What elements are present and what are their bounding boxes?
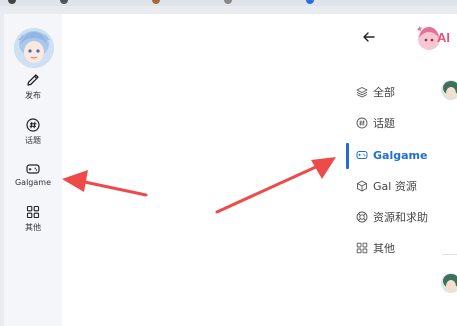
active-indicator (346, 143, 349, 169)
gamepad-icon (356, 151, 368, 159)
user-avatar[interactable] (14, 28, 54, 68)
category-item-gal-resources[interactable]: Gal 资源 (346, 174, 457, 198)
nav-item-label: 发布 (25, 91, 41, 100)
left-nav-rail: 发布 话题 Galgame 其他 (4, 14, 63, 326)
tab-icon (60, 0, 68, 4)
nav-item-publish[interactable]: 发布 (4, 73, 62, 101)
category-label: 全部 (373, 86, 395, 99)
browser-top-strip (0, 0, 457, 6)
site-logo[interactable] (415, 24, 457, 54)
grid-icon (356, 242, 368, 254)
category-item-resources-help[interactable]: 资源和求助 (346, 205, 457, 229)
gamepad-icon (26, 164, 40, 174)
hashtag-circle-icon (356, 117, 368, 129)
cube-icon (357, 180, 367, 192)
category-item-other[interactable]: 其他 (346, 236, 457, 260)
hashtag-icon (26, 118, 40, 132)
divider (442, 254, 457, 255)
category-label: 话题 (373, 117, 395, 130)
main-panel (62, 14, 457, 326)
nav-item-label: 其他 (25, 223, 41, 232)
brand-text: AI (437, 30, 450, 45)
category-label: Gal 资源 (373, 180, 417, 193)
category-label: 其他 (373, 242, 395, 255)
category-label: Galgame (373, 148, 428, 162)
category-item-topics[interactable]: 话题 (346, 111, 457, 135)
tab-icon (152, 0, 160, 4)
back-arrow-icon[interactable] (361, 29, 377, 45)
nav-item-label: Galgame (14, 178, 52, 187)
post-author-avatar[interactable] (441, 273, 457, 293)
tab-icon (306, 0, 314, 4)
pencil-icon (27, 74, 39, 86)
lifebuoy-icon (356, 211, 368, 223)
category-label: 资源和求助 (373, 211, 428, 224)
post-author-avatar[interactable] (441, 80, 457, 100)
layers-icon (356, 87, 368, 98)
grid-icon (26, 205, 40, 219)
nav-item-galgame[interactable]: Galgame (4, 163, 62, 187)
nav-item-label: 话题 (25, 136, 41, 145)
tab-icon (224, 0, 232, 4)
nav-item-other[interactable]: 其他 (4, 205, 62, 233)
nav-item-topics[interactable]: 话题 (4, 118, 62, 146)
category-item-galgame[interactable]: Galgame (346, 143, 457, 169)
tab-icon (8, 0, 16, 4)
